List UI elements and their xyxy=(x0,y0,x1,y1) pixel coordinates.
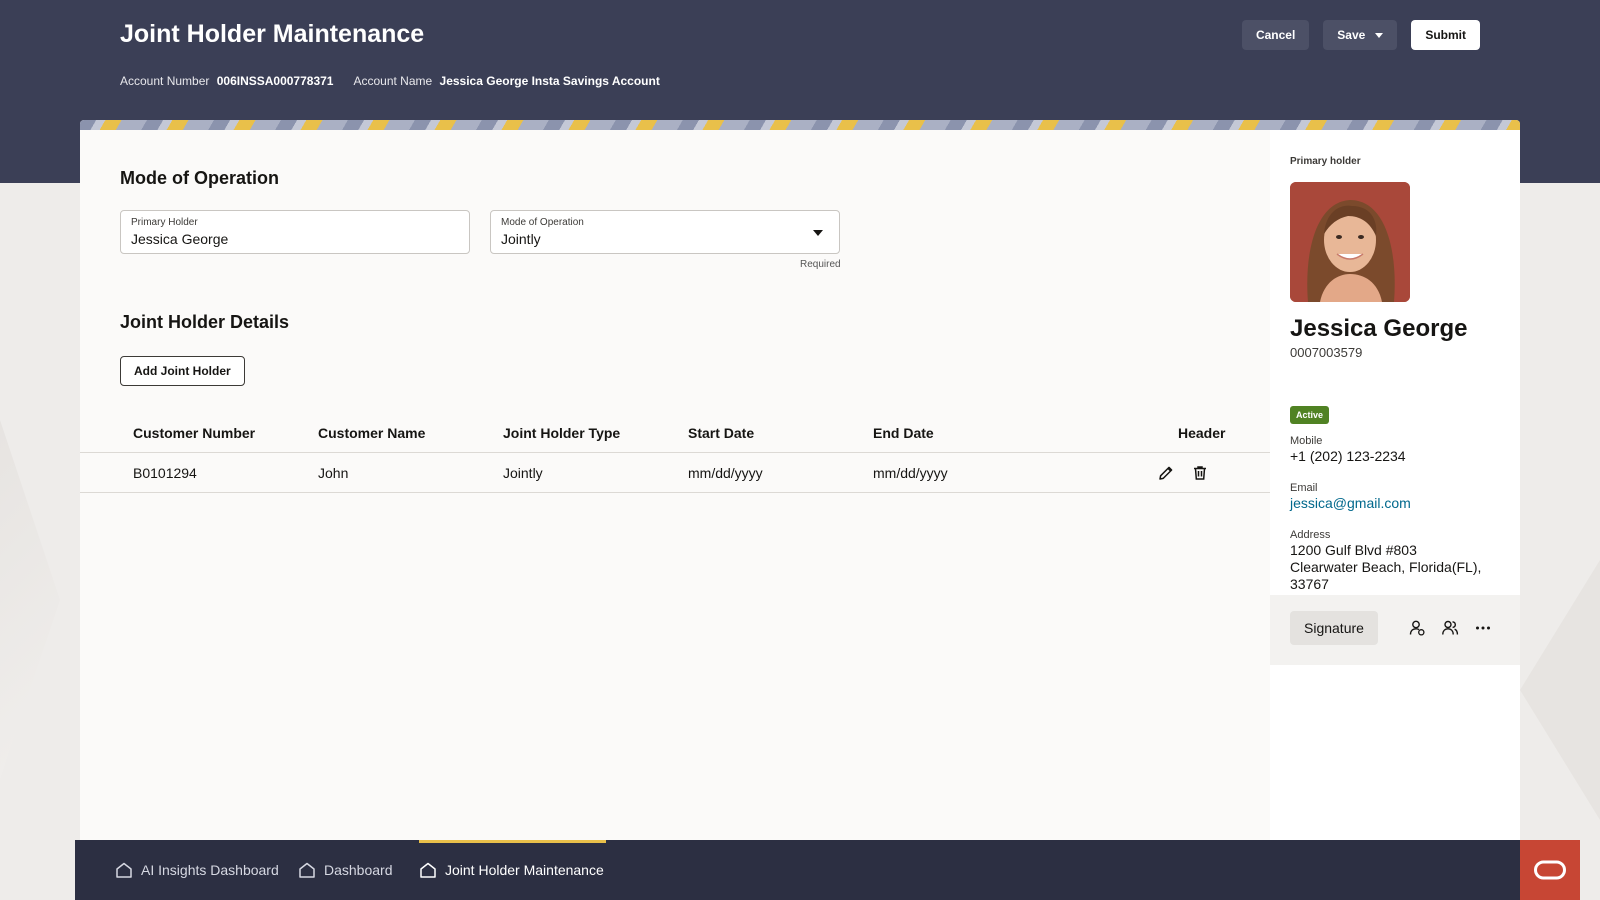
primary-holder-value: Jessica George xyxy=(131,231,229,247)
mode-of-operation-label: Mode of Operation xyxy=(501,217,584,228)
mode-of-operation-select[interactable]: Mode of Operation Jointly xyxy=(490,210,840,254)
status-badge: Active xyxy=(1290,406,1330,424)
trash-icon[interactable] xyxy=(1191,464,1209,482)
cell-end-date: mm/dd/yyyy xyxy=(873,465,948,481)
address-line-2: Clearwater Beach, Florida(FL), xyxy=(1290,559,1482,575)
column-header-header: Header xyxy=(1178,425,1226,441)
cell-start-date: mm/dd/yyyy xyxy=(688,465,763,481)
avatar-image xyxy=(1290,182,1410,302)
home-icon xyxy=(299,862,315,878)
primary-holder-section-label: Primary holder xyxy=(1290,156,1361,167)
cell-customer-number: B0101294 xyxy=(133,465,197,481)
column-header-customer-name: Customer Name xyxy=(318,425,426,441)
joint-holder-details-title: Joint Holder Details xyxy=(120,312,290,332)
main-content: Mode of Operation Primary Holder Jessica… xyxy=(80,130,1270,840)
main-card: Mode of Operation Primary Holder Jessica… xyxy=(80,120,1520,840)
required-hint: Required xyxy=(800,259,841,270)
people-icon[interactable] xyxy=(1441,619,1459,637)
submit-button[interactable]: Submit xyxy=(1411,20,1480,50)
account-number-group: Account Number 006INSSA000778371 xyxy=(120,74,333,88)
background-decoration-right xyxy=(1520,560,1600,820)
customer-id: 0007003579 xyxy=(1290,345,1363,360)
mode-of-operation-value: Jointly xyxy=(501,231,541,247)
background-decoration xyxy=(0,420,60,780)
save-button[interactable]: Save xyxy=(1323,20,1398,50)
add-joint-holder-button[interactable]: Add Joint Holder xyxy=(120,356,245,386)
oracle-logo-icon xyxy=(1534,860,1566,880)
tab-ai-insights-dashboard[interactable]: AI Insights Dashboard xyxy=(115,840,279,900)
table-header: Customer Number Customer Name Joint Hold… xyxy=(80,413,1270,453)
customer-actions: Signature xyxy=(1270,595,1520,665)
address-line-3: 33767 xyxy=(1290,576,1329,592)
customer-side-panel: Primary holder Jessica George 0007003579… xyxy=(1270,130,1520,840)
person-check-icon[interactable] xyxy=(1408,619,1426,637)
tab-label: AI Insights Dashboard xyxy=(141,862,279,878)
account-name-label: Account Name xyxy=(353,74,433,88)
tab-label: Joint Holder Maintenance xyxy=(445,862,604,878)
account-name-group: Account Name Jessica George Insta Saving… xyxy=(353,74,659,88)
mode-of-operation-title: Mode of Operation xyxy=(120,168,279,188)
footer-nav: AI Insights Dashboard Dashboard Joint Ho… xyxy=(75,840,1520,900)
tab-label: Dashboard xyxy=(324,862,393,878)
column-header-start-date: Start Date xyxy=(688,425,755,441)
account-name-value: Jessica George Insta Savings Account xyxy=(439,74,660,88)
address-line-1: 1200 Gulf Blvd #803 xyxy=(1290,542,1417,558)
email-label: Email xyxy=(1290,482,1318,494)
home-icon xyxy=(116,862,132,878)
primary-holder-label: Primary Holder xyxy=(131,217,198,228)
customer-name: Jessica George xyxy=(1290,315,1468,342)
cell-joint-holder-type: Jointly xyxy=(503,465,543,481)
mobile-label: Mobile xyxy=(1290,435,1323,447)
signature-button[interactable]: Signature xyxy=(1290,611,1378,645)
column-header-customer-number: Customer Number xyxy=(133,425,256,441)
account-meta: Account Number 006INSSA000778371 Account… xyxy=(120,74,660,88)
home-icon xyxy=(420,862,436,878)
chevron-down-icon xyxy=(1375,32,1384,38)
address-label: Address xyxy=(1290,529,1331,541)
primary-holder-field[interactable]: Primary Holder Jessica George xyxy=(120,210,470,254)
header-actions: Cancel Save Submit xyxy=(1241,20,1480,50)
column-header-end-date: End Date xyxy=(873,425,934,441)
edit-icon[interactable] xyxy=(1157,464,1175,482)
save-button-label: Save xyxy=(1337,28,1366,42)
oracle-logo[interactable] xyxy=(1520,840,1580,900)
tab-joint-holder-maintenance[interactable]: Joint Holder Maintenance xyxy=(419,840,606,900)
account-number-label: Account Number xyxy=(120,74,210,88)
cancel-button[interactable]: Cancel xyxy=(1241,20,1310,50)
more-icon[interactable] xyxy=(1474,619,1492,637)
cell-customer-name: John xyxy=(318,465,349,481)
chevron-down-icon xyxy=(813,230,823,236)
column-header-joint-holder-type: Joint Holder Type xyxy=(503,425,621,441)
avatar xyxy=(1290,182,1410,302)
account-number-value: 006INSSA000778371 xyxy=(216,74,334,88)
customer-info: Primary holder Jessica George 0007003579… xyxy=(1270,130,1520,595)
tab-dashboard[interactable]: Dashboard xyxy=(298,840,393,900)
mobile-value: +1 (202) 123-2234 xyxy=(1290,448,1406,464)
table-row: B0101294 John Jointly mm/dd/yyyy mm/dd/y… xyxy=(80,453,1270,493)
email-link[interactable]: jessica@gmail.com xyxy=(1290,495,1411,512)
page-title: Joint Holder Maintenance xyxy=(120,20,425,48)
decorative-pattern-strip xyxy=(80,120,1520,130)
